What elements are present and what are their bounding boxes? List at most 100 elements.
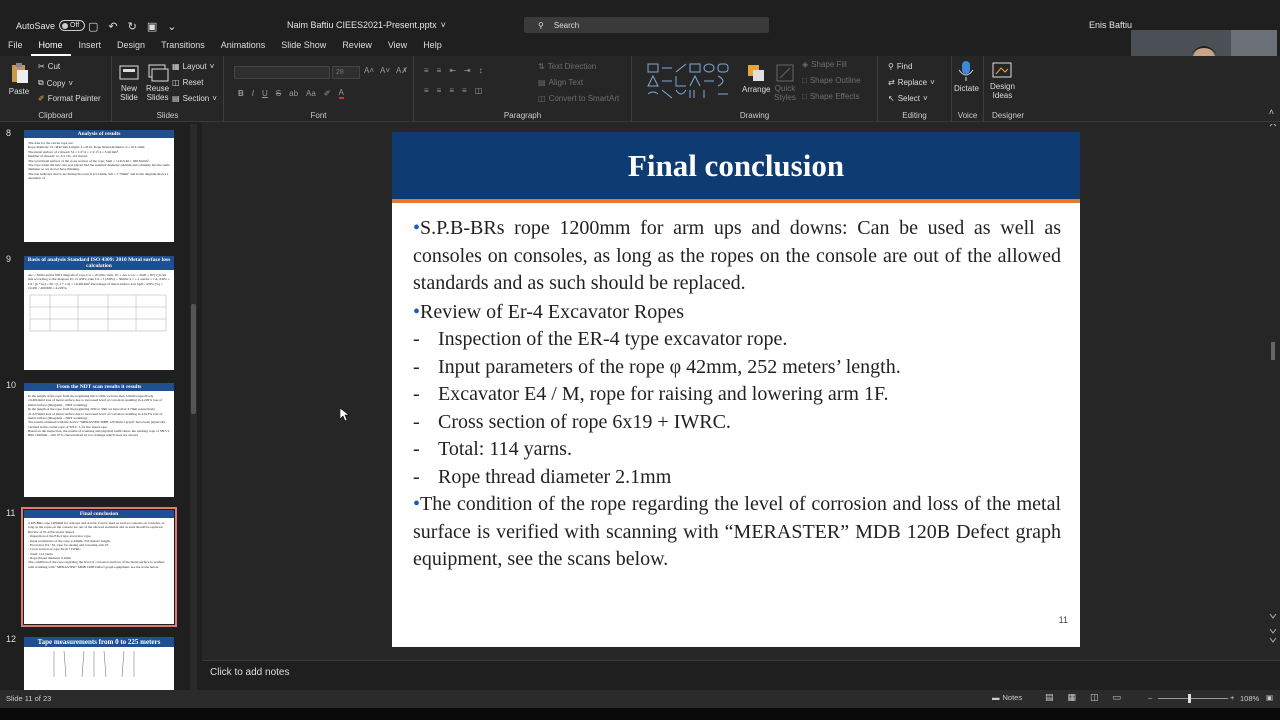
shape-fill-button[interactable]: ◈ Shape Fill bbox=[802, 60, 847, 69]
slide-content[interactable]: •S.P.B-BRs rope 1200mm for arm ups and d… bbox=[413, 215, 1061, 574]
convert-smartart-button[interactable]: ◫ Convert to SmartArt bbox=[538, 94, 619, 103]
decrease-indent-icon[interactable]: ⇤ bbox=[449, 66, 456, 75]
undo-icon[interactable]: ↶ bbox=[108, 20, 117, 33]
shapes-gallery[interactable] bbox=[646, 62, 740, 102]
replace-button[interactable]: ⇄ Replace ˅ bbox=[888, 78, 935, 87]
search-icon: ⚲ bbox=[538, 20, 544, 30]
tab-review[interactable]: Review bbox=[334, 38, 380, 56]
tab-animations[interactable]: Animations bbox=[213, 38, 274, 56]
find-button[interactable]: ⚲ Find bbox=[888, 62, 912, 71]
decrease-font-size-icon[interactable]: A˅ bbox=[380, 66, 390, 75]
notes-toggle-button[interactable]: ▬ Notes bbox=[992, 693, 1022, 702]
align-text-button[interactable]: ▤ Align Text bbox=[538, 78, 583, 87]
new-slide-button[interactable]: New Slide bbox=[118, 62, 140, 102]
autosave-toggle[interactable]: Off bbox=[59, 20, 86, 31]
bullet-icon: • bbox=[413, 493, 421, 515]
redo-icon[interactable]: ↻ bbox=[128, 20, 137, 33]
slide-thumbnail-8[interactable]: Analysis of results The data for the car… bbox=[24, 130, 174, 242]
user-name[interactable]: Enis Baftiu bbox=[1089, 20, 1132, 30]
tab-insert[interactable]: Insert bbox=[71, 38, 110, 56]
tab-design[interactable]: Design bbox=[109, 38, 153, 56]
tab-help[interactable]: Help bbox=[415, 38, 450, 56]
slide-thumbnail-10[interactable]: From the NDT scan results it results In … bbox=[24, 383, 174, 497]
zoom-out-icon[interactable]: – bbox=[1148, 693, 1152, 702]
file-name[interactable]: Naim Baftiu CIEES2021-Present.pptx ˅ bbox=[287, 20, 446, 30]
align-left-icon[interactable]: ≡ bbox=[424, 86, 429, 95]
quick-styles-button[interactable]: Quick Styles bbox=[774, 62, 796, 102]
autosave-control[interactable]: AutoSave Off bbox=[16, 20, 86, 31]
arrange-icon bbox=[748, 65, 765, 81]
slideshow-icon[interactable]: ▭ bbox=[1113, 692, 1122, 703]
customize-quick-access-icon[interactable]: ⌄ bbox=[167, 20, 176, 33]
font-color-icon[interactable]: A bbox=[338, 88, 344, 99]
font-size-select[interactable]: 28 bbox=[332, 66, 360, 79]
numbering-icon[interactable]: ≡ bbox=[437, 66, 442, 75]
chevron-down-icon: ˅ bbox=[922, 94, 928, 103]
design-ideas-button[interactable]: Design Ideas bbox=[990, 60, 1015, 100]
slide-thumbnail-12[interactable]: Tape measurements from 0 to 225 meters bbox=[24, 637, 174, 690]
paste-button[interactable]: Paste bbox=[8, 62, 30, 96]
character-spacing-icon[interactable]: ab bbox=[289, 89, 298, 98]
thumbnail-scrollbar[interactable] bbox=[190, 124, 197, 690]
slide-thumbnail-11[interactable]: Final conclusion S.P.B-BRs rope 1200mm f… bbox=[21, 507, 177, 627]
slide-sorter-icon[interactable]: ▦ bbox=[1068, 692, 1077, 703]
reuse-slides-button[interactable]: Reuse Slides bbox=[146, 62, 169, 102]
notes-pane[interactable]: Click to add notes bbox=[202, 660, 1280, 690]
cut-button[interactable]: ✂ Cut bbox=[38, 62, 60, 71]
tab-home[interactable]: Home bbox=[30, 38, 71, 56]
brush-icon: ✐ bbox=[38, 94, 45, 103]
editor-scrollbar[interactable] bbox=[1268, 122, 1278, 644]
tab-transitions[interactable]: Transitions bbox=[153, 38, 213, 56]
bold-icon[interactable]: B bbox=[238, 89, 244, 98]
slides-group: New Slide Reuse Slides ▦ Layout ˅ ◫ Reset ▤… bbox=[112, 56, 224, 122]
arrange-button[interactable]: Arrange bbox=[742, 62, 770, 94]
reset-button[interactable]: ◫ Reset bbox=[172, 78, 203, 87]
dictate-button[interactable]: Dictate bbox=[954, 60, 979, 93]
tab-view[interactable]: View bbox=[380, 38, 415, 56]
justify-icon[interactable]: ≡ bbox=[462, 86, 467, 95]
increase-font-size-icon[interactable]: A˄ bbox=[364, 66, 374, 75]
collapse-ribbon-icon[interactable]: ˄ bbox=[1269, 107, 1274, 117]
underline-icon[interactable]: U bbox=[262, 89, 268, 98]
select-button[interactable]: ↖ Select ˅ bbox=[888, 94, 928, 103]
present-icon[interactable]: ▣ bbox=[147, 20, 157, 33]
zoom-slider[interactable] bbox=[1158, 698, 1228, 699]
align-center-icon[interactable]: ≡ bbox=[437, 86, 442, 95]
italic-icon[interactable]: I bbox=[252, 89, 254, 98]
font-family-select[interactable] bbox=[234, 66, 330, 79]
shape-outline-button[interactable]: □ Shape Outline bbox=[802, 76, 861, 85]
strikethrough-icon[interactable]: S bbox=[276, 89, 281, 98]
bullets-icon[interactable]: ≡ bbox=[424, 66, 429, 75]
conclusion-paragraph-3: •The condition of the rope regarding the… bbox=[413, 493, 1061, 570]
normal-view-icon[interactable]: ▤ bbox=[1045, 692, 1054, 703]
shape-effects-button[interactable]: □ Shape Effects bbox=[802, 92, 860, 101]
slide-thumbnail-9[interactable]: Basis of analysis Standard ISO 4309: 201… bbox=[24, 256, 174, 370]
layout-button[interactable]: ▦ Layout ˅ bbox=[172, 62, 214, 71]
slide-title[interactable]: Final conclusion bbox=[392, 148, 1080, 184]
slide-number: 9 bbox=[6, 254, 12, 264]
copy-button[interactable]: ⧉ Copy ˅ bbox=[38, 78, 73, 88]
fit-slide-icon[interactable]: ▣ bbox=[1266, 693, 1273, 702]
highlight-icon[interactable]: ✐ bbox=[324, 89, 331, 98]
save-icon[interactable]: ▢ bbox=[88, 20, 98, 33]
reading-view-icon[interactable]: ◫ bbox=[1090, 692, 1099, 703]
tab-file[interactable]: File bbox=[0, 38, 31, 56]
align-right-icon[interactable]: ≡ bbox=[449, 86, 454, 95]
voice-group-label: Voice bbox=[957, 111, 978, 120]
zoom-in-icon[interactable]: + bbox=[1230, 693, 1234, 702]
zoom-slider-thumb[interactable] bbox=[1188, 694, 1191, 703]
section-button[interactable]: ▤ Section ˅ bbox=[172, 94, 217, 103]
format-painter-button[interactable]: ✐ Format Painter bbox=[38, 94, 101, 103]
current-slide[interactable]: Final conclusion •S.P.B-BRs rope 1200mm … bbox=[392, 132, 1080, 647]
zoom-level[interactable]: 108% bbox=[1240, 694, 1259, 703]
increase-indent-icon[interactable]: ⇥ bbox=[464, 66, 471, 75]
columns-icon[interactable]: ◫ bbox=[475, 86, 483, 95]
search-input[interactable]: ⚲ Search bbox=[524, 17, 769, 33]
change-case-icon[interactable]: Aa bbox=[306, 89, 316, 98]
notes-placeholder[interactable]: Click to add notes bbox=[210, 667, 290, 678]
select-icon: ↖ bbox=[888, 94, 895, 103]
line-spacing-icon[interactable]: ↕ bbox=[479, 66, 483, 75]
tab-slide-show[interactable]: Slide Show bbox=[273, 38, 334, 56]
text-direction-button[interactable]: ⇅ Text Direction bbox=[538, 62, 596, 71]
clear-formatting-icon[interactable]: A✗ bbox=[396, 66, 408, 75]
